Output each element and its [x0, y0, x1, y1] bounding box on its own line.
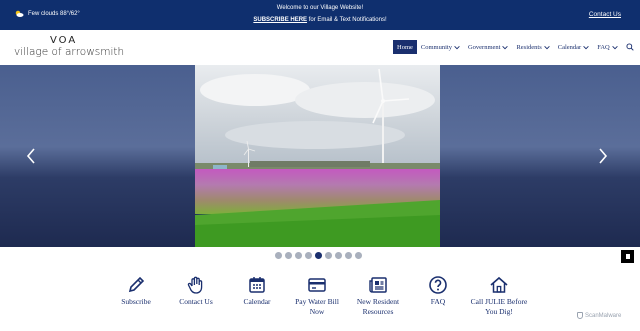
nav-government[interactable]: Government [464, 40, 513, 54]
slider-dot[interactable] [355, 252, 362, 259]
nav-label: Community [420, 43, 452, 51]
quick-link-label: New Resident Resources [356, 297, 400, 316]
newspaper-icon [369, 277, 387, 293]
calendar-icon [249, 277, 265, 293]
chevron-left-icon[interactable] [25, 147, 37, 165]
nav-community[interactable]: Community [417, 40, 464, 54]
credit-card-icon [308, 278, 326, 292]
quick-link-label: Contact Us [179, 297, 213, 306]
slider-dot[interactable] [345, 252, 352, 259]
quick-link-call-julie[interactable]: Call JULIE Before You Dig! [469, 275, 529, 316]
nav-faq[interactable]: FAQ [593, 40, 622, 54]
logo-monogram: VOA [50, 35, 78, 46]
quick-link-pay-water-bill[interactable]: Pay Water Bill Now [287, 275, 347, 316]
quick-link-label: Call JULIE Before You Dig! [470, 297, 528, 316]
slider-dot[interactable] [305, 252, 312, 259]
quick-link-calendar[interactable]: Calendar [227, 275, 287, 307]
slider-dot[interactable] [285, 252, 292, 259]
quick-link-contact-us[interactable]: Contact Us [166, 275, 226, 307]
slide-background-right [440, 65, 640, 247]
slider-pagination [275, 252, 362, 259]
nav-home[interactable]: Home [393, 40, 417, 54]
wind-turbine-field-photo [195, 65, 440, 247]
shield-icon [577, 312, 583, 319]
badge-text: ScanMalware [585, 312, 622, 319]
nav-residents[interactable]: Residents [512, 40, 553, 54]
top-announcement-bar: Few clouds 88°/62° Welcome to our Villag… [0, 0, 640, 30]
quick-link-subscribe[interactable]: Subscribe [106, 275, 166, 307]
chevron-down-icon [612, 45, 618, 49]
pencil-icon [128, 276, 145, 293]
subscribe-message: SUBSCRIBE HERE for Email & Text Notifica… [0, 17, 640, 23]
hero-slider [0, 65, 640, 247]
site-header: VOA village of arrowsmith Home Community… [0, 30, 640, 65]
subscribe-here-link[interactable]: SUBSCRIBE HERE [253, 17, 307, 23]
quick-link-label: FAQ [430, 297, 446, 306]
chevron-right-icon[interactable] [597, 147, 609, 165]
slider-dot[interactable] [275, 252, 282, 259]
slider-dot[interactable] [325, 252, 332, 259]
nav-calendar[interactable]: Calendar [554, 40, 593, 54]
nav-label: Government [467, 43, 501, 51]
slider-dot[interactable] [335, 252, 342, 259]
slider-pause-button[interactable] [621, 250, 634, 263]
site-logo[interactable]: VOA village of arrowsmith [14, 34, 124, 62]
nav-label: Home [397, 43, 413, 51]
question-icon [429, 276, 447, 294]
weather-text: Few clouds 88°/62° [28, 10, 80, 17]
quick-link-label: Subscribe [121, 297, 151, 306]
welcome-message: Welcome to our Village Website! [276, 5, 364, 11]
subscribe-message-text: for Email & Text Notifications! [307, 17, 387, 23]
nav-label: Residents [516, 43, 542, 51]
quick-link-label: Pay Water Bill Now [295, 297, 339, 316]
slider-dot[interactable] [295, 252, 302, 259]
chevron-down-icon [502, 45, 509, 49]
chevron-down-icon [583, 45, 589, 49]
search-icon[interactable] [626, 43, 634, 51]
main-navigation: Home Community Government Residents Cale… [393, 40, 634, 54]
house-icon [490, 276, 508, 293]
nav-label: FAQ [597, 43, 610, 51]
chevron-down-icon [454, 45, 460, 49]
slider-dot-active[interactable] [315, 252, 322, 259]
contact-us-link[interactable]: Contact Us [589, 11, 621, 18]
chevron-down-icon [544, 45, 550, 49]
scanmalware-badge: ScanMalware [577, 312, 621, 319]
quick-link-faq[interactable]: FAQ [408, 275, 468, 307]
hand-icon [187, 276, 203, 294]
quick-link-label: Calendar [243, 297, 271, 306]
nav-label: Calendar [557, 43, 582, 51]
quick-link-new-resident-resources[interactable]: New Resident Resources [348, 275, 408, 316]
logo-wordmark: village of arrowsmith [14, 46, 125, 58]
